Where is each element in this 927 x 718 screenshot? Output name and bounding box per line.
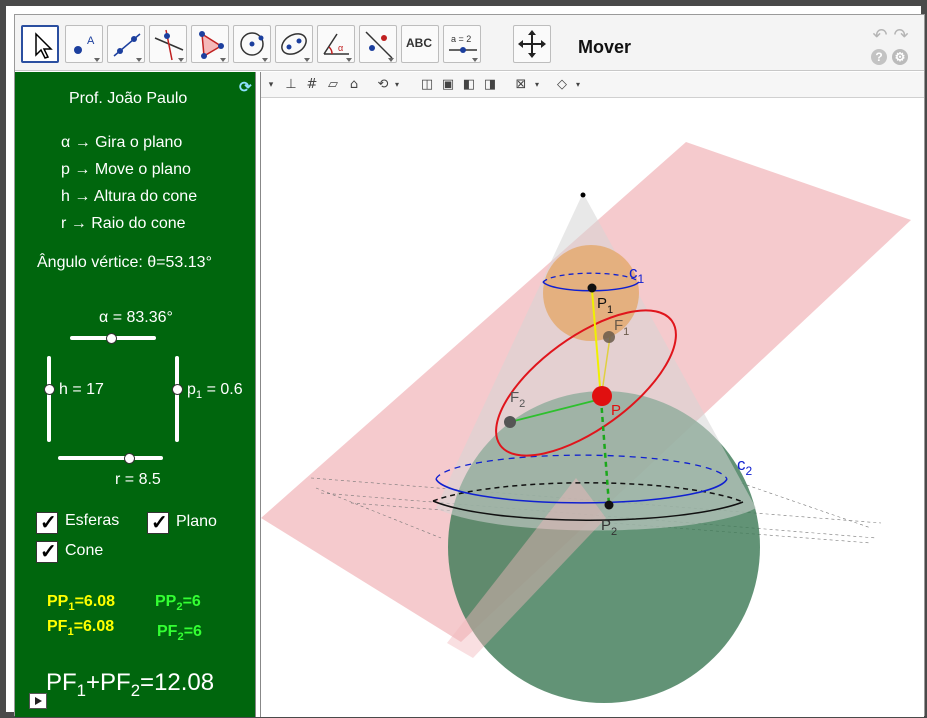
polygon-icon [199,31,226,62]
line-icon [113,33,142,62]
legend-h: h → Altura do cone [61,188,198,205]
esferas-checkbox[interactable]: ✓ [36,512,58,534]
play-icon [35,697,42,705]
h-slider-knob[interactable] [44,384,55,395]
r-slider-knob[interactable] [124,453,135,464]
svg-text:a = 2: a = 2 [451,34,471,44]
point-P1[interactable] [587,283,597,293]
angle-tool-button[interactable]: α [317,25,355,63]
h-slider-track[interactable] [47,356,51,442]
alpha-slider-knob[interactable] [106,333,117,344]
scene-3d: c1 c2 P1 F1 F2 P P2 [261,142,911,703]
author-label: Prof. João Paulo [69,90,188,107]
sum-measure: PF1+PF2=12.08 [46,669,215,700]
graphics-view-3d[interactable]: ▾ ⊥ # ▱ ⌂ ⟲ ▾ ◫ ▣ ◧ ◨ ⊠ ▾ ◇ ▾ c1 c2 P1 F… [261,72,924,717]
cone-label: Cone [65,542,104,559]
applet-frame: A α ABC a = 2 Mover ↶ ↷ ? ⚙ ⟳ Prof. João… [0,0,927,718]
p1-slider-track[interactable] [175,356,179,442]
esferas-label: Esferas [65,512,120,529]
settings-gear-icon[interactable]: ⚙ [892,49,908,65]
play-animation-button[interactable] [29,693,47,709]
alpha-slider-label: α = 83.36° [99,309,173,326]
projection-dropdown-icon[interactable]: ▾ [570,77,586,93]
clipping-icon[interactable]: ⊠ [513,77,529,93]
pf2-measure: PF2=6 [157,623,202,644]
grid-icon[interactable]: # [304,77,320,93]
text-abc-icon: ABC [406,36,432,50]
projection-icon[interactable]: ◇ [554,77,570,93]
view-front-icon[interactable]: ◫ [419,77,435,93]
ellipse-tool-button[interactable] [275,25,313,63]
point-F2[interactable] [504,416,516,428]
applet-inner: A α ABC a = 2 Mover ↶ ↷ ? ⚙ ⟳ Prof. João… [14,14,925,717]
move-arrows-icon [518,30,546,58]
view-side-icon[interactable]: ◧ [461,77,477,93]
circle-icon [240,32,268,62]
legend-r: r → Raio do cone [61,215,186,232]
clipping-dropdown-icon[interactable]: ▾ [529,77,545,93]
ellipse-icon [281,33,310,62]
home-icon[interactable]: ⌂ [346,77,362,93]
point-icon: A [74,35,100,62]
label-P: P [611,402,621,419]
plano-checkbox[interactable]: ✓ [147,512,169,534]
point-P2[interactable] [604,500,614,510]
line-tool-button[interactable] [107,25,145,63]
pf1-measure: PF1=6.08 [47,618,115,639]
p1-slider-label: p1 = 0.6 [187,381,243,402]
perpendicular-line-tool-button[interactable] [149,25,187,63]
vertex-angle-label: Ângulo vértice: θ=53.13° [37,254,212,271]
reflect-icon [365,31,394,62]
plane-icon[interactable]: ▱ [325,77,341,93]
svg-text:α: α [338,43,343,53]
slider-tool-button[interactable]: a = 2 [443,25,481,63]
p1-slider-knob[interactable] [172,384,183,395]
angle-icon: α [323,33,352,62]
point-P[interactable] [592,386,612,406]
svg-text:A: A [87,35,95,47]
plano-label: Plano [176,513,217,530]
perpendicular-icon [154,29,184,62]
graphics-style-bar: ▾ ⊥ # ▱ ⌂ ⟲ ▾ ◫ ▣ ◧ ◨ ⊠ ▾ ◇ ▾ [261,72,924,98]
legend-p: p → Move o plano [61,161,191,178]
text-tool-button[interactable]: ABC [401,25,439,63]
axes-icon[interactable]: ⊥ [283,77,299,93]
reflect-tool-button[interactable] [359,25,397,63]
undo-icon[interactable]: ↶ [870,25,890,45]
algebra-panel: ⟳ Prof. João Paulo α → Gira o plano p → … [15,72,255,717]
legend-alpha: α → Gira o plano [61,134,183,151]
current-mode-label: Mover [578,37,632,57]
help-icon[interactable]: ? [871,49,887,65]
view-top-icon[interactable]: ◨ [482,77,498,93]
cone-checkbox[interactable]: ✓ [36,541,58,563]
h-slider-label: h = 17 [59,381,104,398]
cone-vertex-point[interactable] [580,192,586,198]
rotate-dropdown-icon[interactable]: ▾ [389,77,405,93]
pp1-measure: PP1=6.08 [47,593,116,614]
r-slider-label: r = 8.5 [115,471,161,488]
point-tool-button[interactable]: A [65,25,103,63]
view-cube-icon[interactable]: ▣ [440,77,456,93]
circle-tool-button[interactable] [233,25,271,63]
r-slider-track[interactable] [58,456,163,460]
move-tool-button[interactable] [21,25,59,63]
stylebar-toggle-icon[interactable]: ▾ [263,77,279,93]
refresh-icon[interactable]: ⟳ [239,78,252,96]
cursor-arrow-icon [35,32,53,59]
polygon-tool-button[interactable] [191,25,229,63]
move-view-tool-button[interactable] [513,25,551,63]
slider-icon: a = 2 [449,34,478,62]
main-toolbar: A α ABC a = 2 Mover ↶ ↷ ? ⚙ [15,15,924,71]
pp2-measure: PP2=6 [155,593,201,614]
redo-icon[interactable]: ↷ [891,25,911,45]
